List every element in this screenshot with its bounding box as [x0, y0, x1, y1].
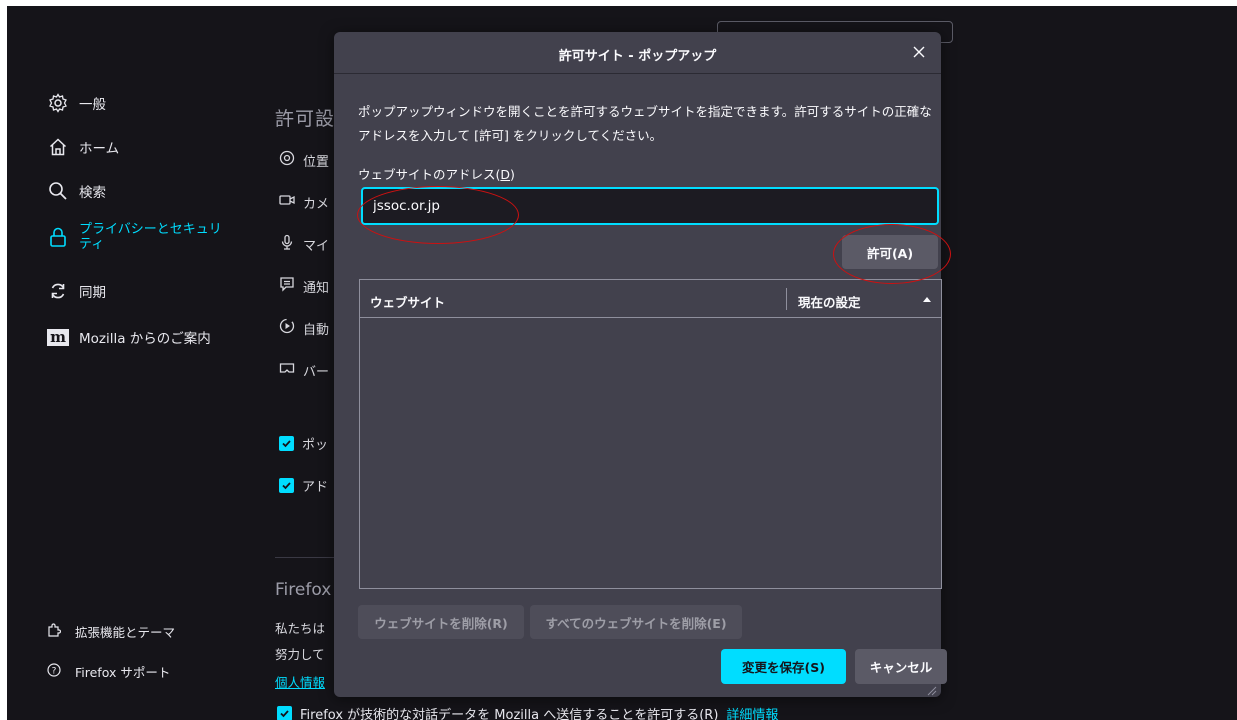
sidebar-item-label: 一般: [79, 97, 106, 113]
sidebar-item-privacy[interactable]: プライバシーとセキュリ ティ: [47, 222, 222, 252]
puzzle-icon: [47, 623, 62, 640]
data-collection-text-1: 私たちは: [275, 621, 326, 636]
microphone-icon: [279, 234, 295, 254]
learn-more-link[interactable]: 詳細情報: [726, 704, 778, 720]
dialog-title-bar: 許可サイト - ポップアップ: [334, 32, 941, 74]
remove-website-button[interactable]: ウェブサイトを削除(R): [358, 605, 524, 639]
sync-icon: [47, 280, 69, 302]
remove-all-websites-button[interactable]: すべてのウェブサイトを削除(E): [530, 605, 742, 639]
help-icon: ?: [47, 663, 61, 680]
permission-label: 通知: [303, 280, 330, 296]
website-address-input[interactable]: [361, 187, 939, 225]
notification-icon: [279, 276, 295, 296]
sidebar-item-label: 検索: [79, 185, 106, 201]
column-header-status[interactable]: 現在の設定: [798, 292, 861, 311]
sort-ascending-icon: [920, 292, 934, 306]
preferences-page: 一般 ホーム 検索 プライバシーとセキュリ ティ 同期 m Mozilla からの…: [7, 6, 1237, 720]
resize-grip-icon[interactable]: [925, 681, 937, 696]
location-icon: [279, 150, 295, 170]
checkmark-icon: [279, 436, 294, 451]
sidebar-item-label: ホーム: [79, 141, 120, 157]
sidebar-footer-extensions[interactable]: 拡張機能とテーマ: [47, 622, 175, 641]
cancel-button[interactable]: キャンセル: [855, 649, 947, 684]
checkbox-label: ポッ: [302, 438, 329, 453]
lock-icon: [47, 226, 69, 248]
data-collection-text-2: 努力して: [275, 647, 325, 662]
checkmark-icon: [277, 706, 292, 720]
block-popups-checkbox[interactable]: ポッ: [279, 434, 328, 453]
permissions-heading: 許可設: [275, 108, 336, 130]
checkbox-label: アド: [302, 480, 329, 495]
camera-icon: [279, 192, 295, 212]
permission-label: カメ: [303, 196, 330, 212]
sidebar-item-mozilla[interactable]: m Mozilla からのご案内: [47, 326, 211, 348]
address-label: ウェブサイトのアドレス(D): [358, 167, 515, 182]
home-icon: [47, 136, 69, 158]
mozilla-icon: m: [47, 326, 69, 348]
data-collection-heading: Firefox: [275, 580, 332, 600]
permissions-dialog: 許可サイト - ポップアップ ポップアップウィンドウを開くことを許可するウェブサ…: [334, 32, 947, 697]
permission-label: 位置: [303, 154, 330, 170]
allow-button[interactable]: 許可(A): [842, 235, 938, 269]
sidebar-item-label: Mozilla からのご案内: [79, 331, 211, 347]
permission-vr[interactable]: バー: [279, 360, 329, 380]
permission-label: 自動: [303, 322, 330, 338]
sidebar-item-label: 同期: [79, 285, 106, 301]
close-button[interactable]: [909, 42, 929, 62]
extensions-label: 拡張機能とテーマ: [75, 625, 176, 640]
close-icon: [913, 43, 925, 62]
permission-microphone[interactable]: マイ: [279, 234, 329, 254]
table-header: ウェブサイト 現在の設定: [360, 280, 941, 318]
telemetry-checkbox[interactable]: Firefox が技術的な対話データを Mozilla へ送信することを許可する…: [277, 704, 778, 720]
permission-notifications[interactable]: 通知: [279, 276, 329, 296]
permission-autoplay[interactable]: 自動: [279, 318, 329, 338]
sites-table: ウェブサイト 現在の設定: [359, 279, 942, 589]
dialog-description: ポップアップウィンドウを開くことを許可するウェブサイトを指定できます。許可するサ…: [358, 104, 932, 143]
support-label: Firefox サポート: [75, 665, 171, 680]
sidebar-item-search[interactable]: 検索: [47, 180, 106, 202]
search-icon: [47, 180, 69, 202]
sidebar-item-general[interactable]: 一般: [47, 92, 106, 114]
privacy-notice-link[interactable]: 個人情報: [275, 672, 325, 691]
sidebar-item-home[interactable]: ホーム: [47, 136, 119, 158]
checkmark-icon: [279, 478, 294, 493]
dialog-title: 許可サイト - ポップアップ: [558, 49, 717, 64]
sidebar-footer-support[interactable]: ? Firefox サポート: [47, 662, 170, 681]
permission-label: マイ: [303, 238, 330, 254]
sidebar-item-sync[interactable]: 同期: [47, 280, 106, 302]
svg-text:?: ?: [52, 667, 57, 677]
vr-icon: [279, 360, 295, 380]
warn-addons-checkbox[interactable]: アド: [279, 476, 328, 495]
permission-location[interactable]: 位置: [279, 150, 329, 170]
autoplay-icon: [279, 318, 295, 338]
column-header-website[interactable]: ウェブサイト: [370, 292, 445, 311]
column-separator[interactable]: [786, 288, 787, 310]
save-changes-button[interactable]: 変更を保存(S): [721, 649, 846, 684]
permission-label: バー: [303, 364, 330, 380]
gear-icon: [47, 92, 69, 114]
permission-camera[interactable]: カメ: [279, 192, 329, 212]
checkbox-label: Firefox が技術的な対話データを Mozilla へ送信することを許可する…: [300, 708, 719, 720]
sidebar-item-label: プライバシーとセキュリ ティ: [79, 222, 222, 252]
